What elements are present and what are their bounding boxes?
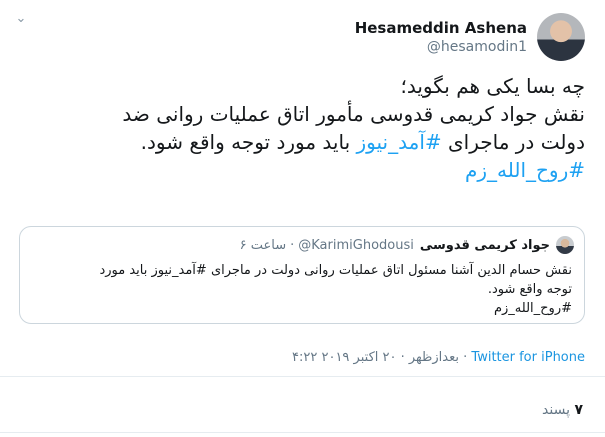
quoted-tweet-text: نقش حسام الدین آشنا مسئول اتاق عملیات رو… [32,261,572,318]
tweet-meta: ۴:۲۲ بعدازظهر · ۲۰ اکتبر ۲۰۱۹ · Twitter … [292,350,585,365]
avatar[interactable] [537,13,585,61]
quoted-author-name: جواد کریمی قدوسی [419,237,550,253]
author-handle[interactable]: @hesamodin1 [355,38,527,56]
quoted-tweet-header: جواد کریمی قدوسی @KarimiGhodousi · ۶ ساع… [240,235,574,255]
tweet-line-3: دولت در ماجرای #آمد_نیوز باید مورد توجه … [15,128,585,156]
author-block: Hesameddin Ashena @hesamodin1 [355,18,527,56]
tweet-text: چه بسا یکی هم بگوید؛ نقش جواد کریمی قدوس… [15,72,585,184]
quoted-line-2: توجه واقع شود. [487,282,572,297]
tweet-line-2: نقش جواد کریمی قدوسی مأمور اتاق عملیات ر… [122,102,585,126]
divider [0,376,605,377]
tweet-source[interactable]: Twitter for iPhone [471,350,585,365]
tweet-line-1: چه بسا یکی هم بگوید؛ [400,74,585,98]
hashtag-ruhollahzam[interactable]: #روح_الله_زم [15,156,585,184]
tweet-header: Hesameddin Ashena @hesamodin1 [355,12,585,62]
hashtag-amadnews[interactable]: #آمد_نیوز [357,130,442,154]
likes-stat[interactable]: ۷ پسند [542,402,583,418]
quoted-author-handle: @KarimiGhodousi [298,237,414,253]
divider-bottom [0,432,605,433]
tweet-timestamp[interactable]: ۴:۲۲ بعدازظهر · ۲۰ اکتبر ۲۰۱۹ · [292,350,471,365]
quoted-separator: · [290,237,295,253]
tweet-line-3-end: باید مورد توجه واقع شود. [140,130,351,154]
quoted-tweet[interactable]: جواد کریمی قدوسی @KarimiGhodousi · ۶ ساع… [19,226,585,324]
quoted-line-1: نقش حسام الدین آشنا مسئول اتاق عملیات رو… [99,263,572,278]
quoted-line-3: #روح_الله_زم [493,301,572,316]
likes-count: ۷ [574,402,583,418]
chevron-down-icon[interactable]: ⌄ [14,12,28,26]
quoted-avatar [556,236,574,254]
quoted-time: ۶ ساعت [239,237,287,253]
likes-label: پسند [542,402,570,418]
tweet-line-3-text: دولت در ماجرای [448,130,585,154]
author-name[interactable]: Hesameddin Ashena [355,18,527,38]
